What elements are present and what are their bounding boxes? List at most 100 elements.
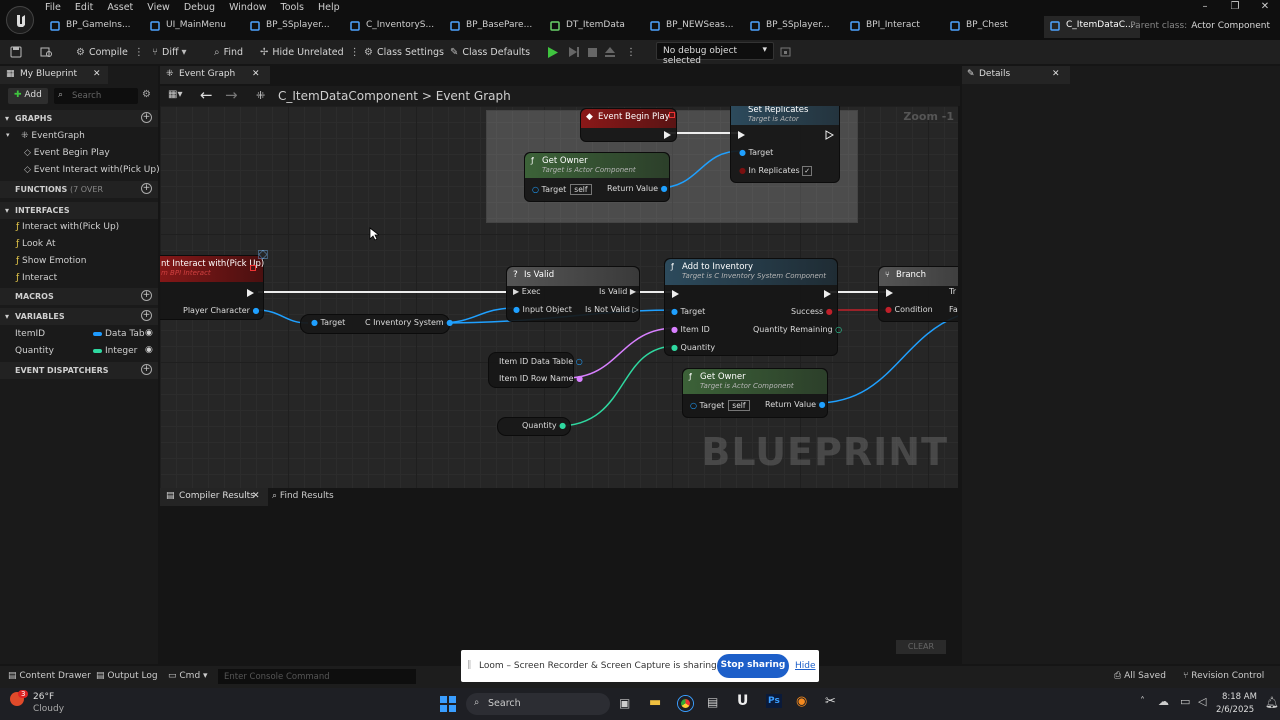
menu-help[interactable]: Help (311, 0, 347, 16)
graph-menu-icon[interactable]: ▦▾ (168, 89, 182, 100)
file-explorer-icon[interactable]: ▬ (649, 695, 661, 710)
variables-section[interactable]: ▾ VARIABLES + (0, 308, 158, 325)
pin-item-id[interactable]: ● Item ID (671, 325, 710, 334)
exec-out-pin[interactable] (823, 289, 832, 299)
back-arrow-icon[interactable]: ← (200, 86, 213, 104)
windows-start-icon[interactable] (440, 696, 456, 712)
pin-inventory-system[interactable]: C Inventory System ● (365, 318, 453, 327)
menu-file[interactable]: File (38, 0, 68, 16)
class-defaults-button[interactable]: ✎ Class Defaults (450, 44, 530, 60)
exec-out-pin[interactable] (246, 288, 255, 298)
graph-item-eventgraph[interactable]: ▾ ⁜ EventGraph (0, 128, 158, 145)
pin-exec[interactable]: ▶ Exec (513, 287, 541, 296)
delegate-pin[interactable] (250, 265, 256, 271)
all-saved-indicator[interactable]: ⎙ All Saved (1114, 671, 1166, 681)
node-add-to-inventory[interactable]: ƒ Add to Inventory Target is C Inventory… (664, 258, 842, 356)
notifications-icon[interactable]: 🔔︎ (1265, 696, 1279, 709)
pin-item-id-row-name[interactable]: Item ID Row Name ● (499, 374, 583, 383)
exec-in-pin[interactable] (737, 130, 746, 140)
node-event-interact[interactable]: nt Interact with(Pick Up) m BPI Interact… (160, 255, 264, 320)
checkbox-icon[interactable]: ✓ (802, 166, 813, 176)
exec-in-pin[interactable] (671, 289, 680, 299)
pin-quantity-remaining[interactable]: Quantity Remaining ○ (753, 325, 842, 334)
node-is-valid[interactable]: ? Is Valid ▶ Exec ● Input Object Is Vali… (506, 266, 640, 322)
tray-chevron-icon[interactable]: ˄ (1140, 696, 1145, 707)
breadcrumb-root[interactable]: C_ItemDataComponent (278, 89, 418, 103)
unreal-app-icon[interactable]: U (737, 693, 748, 709)
event-graph-tab[interactable]: ⁜ Event Graph ✕ (160, 66, 270, 84)
graph-item-begin-play[interactable]: ◇ Event Begin Play (0, 145, 158, 162)
add-dispatcher-icon[interactable]: + (141, 364, 152, 375)
document-tab[interactable]: BP_SSplayer... (244, 16, 340, 38)
console-command-input[interactable]: Enter Console Command (218, 669, 416, 684)
speaker-icon[interactable]: ◁ (1198, 695, 1206, 708)
pin-input-object[interactable]: ● Input Object (513, 305, 572, 314)
menu-window[interactable]: Window (222, 0, 273, 16)
pin-false[interactable]: Fa (949, 305, 958, 314)
save-icon[interactable] (10, 44, 22, 60)
terminal-app-icon[interactable]: ▤ (707, 695, 718, 709)
document-tab[interactable]: C_InventoryS... (344, 16, 440, 38)
pin-return-value[interactable]: Return Value ● (607, 184, 668, 193)
self-field[interactable]: self (570, 184, 592, 195)
self-field[interactable]: self (728, 400, 750, 411)
pin-item-id-data-table[interactable]: Item ID Data Table ○ (499, 357, 583, 366)
node-cast[interactable]: ● Target C Inventory System ● (300, 314, 453, 334)
stop-sharing-button[interactable]: Stop sharing (717, 654, 789, 678)
output-log-button[interactable]: ▤ Output Log (96, 671, 158, 681)
menu-asset[interactable]: Asset (100, 0, 140, 16)
document-tab[interactable]: BP_BasePare... (444, 16, 540, 38)
add-variable-icon[interactable]: + (141, 310, 152, 321)
pin-return-value[interactable]: Return Value ● (765, 400, 826, 409)
event-dispatchers-section[interactable]: EVENT DISPATCHERS + (0, 362, 158, 379)
document-tab[interactable]: BP_SSplayer... (744, 16, 840, 38)
compile-button[interactable]: ⚙ Compile ⋮ (76, 44, 148, 60)
functions-section[interactable]: FUNCTIONS (7 OVER + (0, 181, 158, 198)
menu-debug[interactable]: Debug (177, 0, 222, 16)
pin-success[interactable]: Success ● (791, 307, 833, 316)
interface-item[interactable]: ƒ Interact (0, 270, 158, 287)
gear-icon[interactable]: ⚙ (142, 89, 151, 100)
snipping-tool-icon[interactable]: ✂ (825, 694, 836, 709)
macros-section[interactable]: MACROS + (0, 288, 158, 305)
class-settings-button[interactable]: ⚙ Class Settings (364, 44, 444, 60)
restore-button[interactable]: ❐ (1220, 0, 1250, 12)
unreal-logo-icon[interactable] (6, 6, 34, 34)
interface-item[interactable]: ƒ Look At (0, 236, 158, 253)
details-tab[interactable]: ✎ Details ✕ (962, 66, 1070, 84)
pin-quantity[interactable]: ● Quantity (671, 343, 715, 352)
document-tab[interactable]: BP_GameIns... (44, 16, 140, 38)
pin-condition[interactable]: ● Condition (885, 305, 933, 314)
drag-handle-icon[interactable]: ‖ (467, 660, 472, 670)
pin-true[interactable]: Tr (949, 287, 956, 296)
clock-date[interactable]: 2/6/2025 (1216, 705, 1254, 715)
document-tab[interactable]: BPI_Interact (844, 16, 940, 38)
debug-filter-icon[interactable] (780, 44, 792, 60)
add-macro-icon[interactable]: + (141, 290, 152, 301)
graph-item-interact[interactable]: ◇ Event Interact with(Pick Up) (0, 162, 160, 179)
photoshop-icon[interactable]: Ps (766, 694, 782, 708)
exec-out-pin[interactable] (663, 130, 672, 140)
document-tab[interactable]: DT_ItemData (544, 16, 640, 38)
stop-icon[interactable] (587, 44, 598, 60)
cmd-select[interactable]: ▭ Cmd ▾ (168, 671, 208, 681)
interface-item[interactable]: ƒ Show Emotion (0, 253, 158, 270)
hide-unrelated-button[interactable]: ✢ Hide Unrelated ⋮ (260, 44, 364, 60)
document-tab[interactable]: BP_NEWSeas... (644, 16, 740, 38)
minimize-button[interactable]: – (1190, 0, 1220, 12)
pin-target[interactable]: ● Target (671, 307, 705, 316)
parent-class-value[interactable]: Actor Component (1191, 21, 1270, 31)
pin-target[interactable]: ● Target (739, 148, 773, 157)
find-button[interactable]: ⌕ Find (214, 44, 243, 60)
node-quantity-variable[interactable]: Quantity ● (497, 417, 571, 436)
debug-object-select[interactable]: No debug object selected ▾ (656, 42, 774, 66)
eye-icon[interactable]: ◉ (145, 345, 153, 355)
node-set-replicates[interactable]: Set Replicates Target is Actor ● Target … (730, 106, 840, 183)
clock-time[interactable]: 8:18 AM (1222, 692, 1257, 702)
close-tab-icon[interactable]: ✕ (252, 69, 260, 79)
menu-view[interactable]: View (140, 0, 177, 16)
hide-link[interactable]: Hide (795, 661, 816, 671)
breadcrumb-leaf[interactable]: Event Graph (436, 89, 511, 103)
add-button[interactable]: ✚ Add (8, 88, 48, 104)
document-tab[interactable]: UI_MainMenu (144, 16, 240, 38)
